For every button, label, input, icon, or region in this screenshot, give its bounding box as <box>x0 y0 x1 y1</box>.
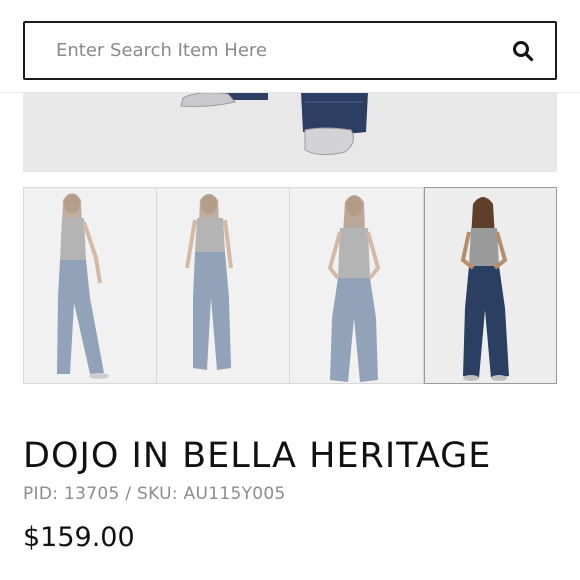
search-bar <box>0 0 580 93</box>
thumbnail-gallery <box>23 187 557 384</box>
thumbnail-3[interactable] <box>290 187 424 384</box>
search-button[interactable] <box>511 39 535 63</box>
model-image-3 <box>290 188 423 383</box>
model-image-1 <box>24 188 156 383</box>
search-icon <box>513 41 534 62</box>
search-input[interactable] <box>25 23 485 78</box>
model-image-4 <box>424 188 556 382</box>
main-image-graphic <box>23 92 557 172</box>
thumbnail-2[interactable] <box>156 187 290 384</box>
product-pid-sku: PID: 13705 / SKU: AU115Y005 <box>23 484 286 504</box>
model-image-2 <box>156 188 290 383</box>
main-product-image[interactable] <box>23 92 557 172</box>
product-price: $159.00 <box>23 522 135 553</box>
search-box <box>23 21 557 80</box>
product-title: DOJO IN BELLA HERITAGE <box>23 436 492 476</box>
thumbnail-1[interactable] <box>23 187 157 384</box>
thumbnail-4[interactable] <box>423 187 557 384</box>
